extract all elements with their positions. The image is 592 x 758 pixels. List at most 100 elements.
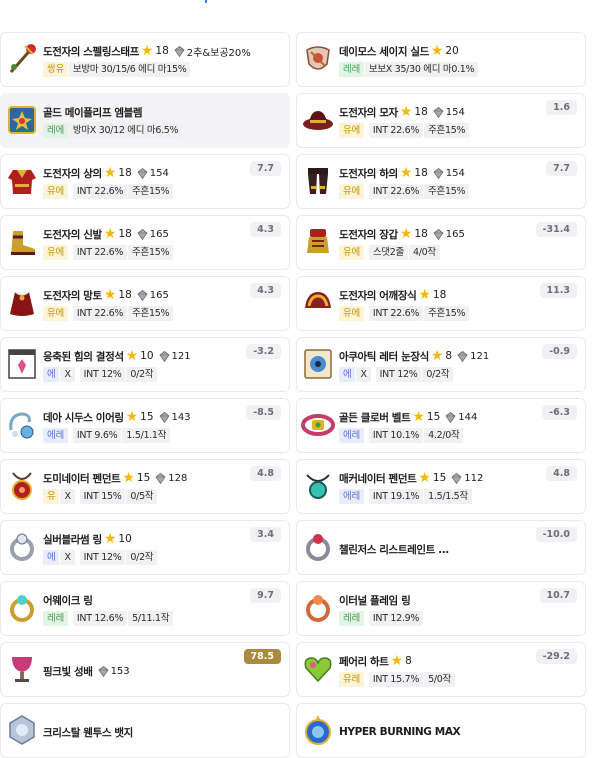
item-name: 아쿠아틱 레터 눈장식	[339, 350, 429, 363]
item-name: 도전자의 모자	[339, 106, 398, 119]
ring3-icon	[5, 590, 39, 626]
score-badge: 7.7	[250, 161, 281, 176]
item-title-row: 데이모스 세이지 실드 ★ 20	[339, 41, 577, 61]
equipment-card[interactable]: 핑크빛 성배 153 78.5	[0, 642, 290, 697]
starforce-count: 15	[432, 472, 447, 484]
item-name: 데이모스 세이지 실드	[339, 45, 429, 58]
star-icon: ★	[103, 226, 117, 242]
option-tag: INT 19.1%	[368, 489, 424, 504]
item-info: 도전자의 모자 ★ 18 154 유에 INT 22.6% 주흔15%	[339, 102, 577, 139]
flame-score: 128	[168, 472, 188, 484]
option-tag: INT 12.6%	[72, 611, 128, 626]
flame-score: 121	[171, 350, 191, 362]
equipment-card[interactable]: 챌린저스 리스트레인트 ... -10.0	[296, 520, 586, 575]
option-tag: 스댓2줄	[368, 245, 408, 260]
equipment-card[interactable]: 도전자의 스펠링스태프 ★ 18 2추&보공20% 쌍유 보방마 30/15/6 에디 마…	[0, 32, 290, 87]
item-info: 챌린저스 리스트레인트 ...	[339, 539, 577, 559]
flame-gem-icon	[457, 350, 468, 362]
equipment-card[interactable]: 도전자의 신발 ★ 18 165 유에 INT 22.6% 주흔15% 4.3	[0, 215, 290, 270]
starforce-count: 10	[140, 350, 154, 362]
item-tags: 에레 INT 19.1% 1.5/1.5작	[339, 489, 577, 505]
star-icon: ★	[140, 43, 154, 59]
equipment-card[interactable]: 실버블라썸 링 ★ 10 에 X INT 12% 0/2작 3.4	[0, 520, 290, 575]
option-tag: 쌍유	[43, 62, 68, 77]
item-title-row: 도전자의 망토 ★ 18 165	[43, 285, 281, 305]
option-tag: 보보X 35/30 에디 마0.1%	[364, 62, 479, 77]
equipment-card[interactable]: 도전자의 장갑 ★ 18 165 유에 스댓2줄 4/0작 -31.4	[296, 215, 586, 270]
item-name: 골드 메이플리프 엠블렘	[43, 106, 143, 119]
option-tag: 주흔15%	[424, 123, 470, 138]
option-tag: 유레	[339, 672, 364, 687]
equipment-card[interactable]: 도전자의 하의 ★ 18 154 유에 INT 22.6% 주흔15% 7.7	[296, 154, 586, 209]
option-tag: 4.2/0작	[424, 428, 464, 443]
star-icon: ★	[418, 287, 431, 303]
score-badge: 1.6	[546, 100, 577, 115]
ring2-icon	[301, 529, 335, 565]
flame-gem-icon	[158, 411, 170, 423]
star-icon: ★	[390, 653, 404, 669]
equipment-card[interactable]: 도전자의 망토 ★ 18 165 유에 INT 22.6% 주흔15% 4.3	[0, 276, 290, 331]
equipment-card[interactable]: 골든 클로버 벨트 ★ 15 144 에레 INT 10.1% 4.2/0작 -6.3	[296, 398, 586, 453]
equipment-card[interactable]: 데이모스 세이지 실드 ★ 20 레레 보보X 35/30 에디 마0.1%	[296, 32, 586, 87]
star-icon: ★	[412, 409, 425, 425]
starforce-count: 18	[432, 289, 447, 301]
flame-gem-icon	[158, 350, 170, 362]
starforce-count: 20	[445, 45, 459, 57]
item-name: 챌린저스 리스트레인트 ...	[339, 543, 449, 556]
item-info: 데이모스 세이지 실드 ★ 20 레레 보보X 35/30 에디 마0.1%	[339, 41, 577, 78]
star-icon: ★	[103, 531, 117, 547]
item-info: 도전자의 망토 ★ 18 165 유에 INT 22.6% 주흔15%	[43, 285, 281, 322]
item-name: 페어리 하트	[339, 655, 389, 668]
flame-score: 143	[171, 411, 191, 423]
item-name: 골든 클로버 벨트	[339, 411, 411, 424]
star-icon: ★	[122, 470, 135, 486]
option-tag: INT 15%	[79, 489, 126, 504]
score-badge: -3.2	[246, 344, 281, 359]
star-icon: ★	[125, 409, 139, 425]
score-badge: -6.3	[542, 405, 577, 420]
item-title-row: 도전자의 상의 ★ 18 154	[43, 163, 281, 183]
equipment-card[interactable]: 골드 메이플리프 엠블렘레에 방마X 30/12 에디 마6.5%	[0, 93, 290, 148]
score-badge: 7.7	[546, 161, 577, 176]
equipment-card[interactable]: 도미네이터 펜던트 ★ 15 128 유 X INT 15% 0/5작 4.8	[0, 459, 290, 514]
starforce-count: 18	[155, 45, 169, 57]
equipment-card[interactable]: 아쿠아틱 레터 눈장식 ★ 8 121 에 X INT 12% 0/2작 -0.9	[296, 337, 586, 392]
starforce-count: 10	[118, 533, 132, 545]
equipment-card[interactable]: 매커네이터 펜던트 ★ 15 112 에레 INT 19.1% 1.5/1.5작 4.8	[296, 459, 586, 514]
item-title-row: 실버블라썸 링 ★ 10	[43, 529, 281, 549]
equipment-card[interactable]: 이터널 플레임 링 레레 INT 12.9% 10.7	[296, 581, 586, 636]
option-tag: 레에	[43, 123, 68, 138]
option-tag: INT 22.6%	[368, 306, 424, 321]
star-icon: ★	[430, 348, 444, 364]
equipment-card[interactable]: 어웨이크 링 레레 INT 12.6% 5/11.1작 9.7	[0, 581, 290, 636]
item-title-row: 어웨이크 링	[43, 590, 281, 610]
equipment-card[interactable]: 응축된 힘의 결정석 ★ 10 121 에 X INT 12% 0/2작 -3.2	[0, 337, 290, 392]
equipment-card[interactable]: 도전자의 모자 ★ 18 154 유에 INT 22.6% 주흔15% 1.6	[296, 93, 586, 148]
option-tag: INT 22.6%	[368, 184, 424, 199]
hat-icon	[301, 102, 335, 138]
equipment-card[interactable]: 크리스탈 웬투스 뱃지	[0, 703, 290, 758]
item-info: 도전자의 하의 ★ 18 154 유에 INT 22.6% 주흔15%	[339, 163, 577, 200]
item-name: 도전자의 어깨장식	[339, 289, 417, 302]
item-tags: 레레 INT 12.9%	[339, 611, 577, 627]
item-name: 데아 시두스 이어링	[43, 411, 124, 424]
equipment-card[interactable]: 도전자의 어깨장식 ★ 18 유에 INT 22.6% 주흔15% 11.3	[296, 276, 586, 331]
option-tag: 방마X 30/12 에디 마6.5%	[68, 123, 183, 138]
item-tags: 에레 INT 9.6% 1.5/1.1작	[43, 428, 281, 444]
option-tag: 에레	[339, 428, 364, 443]
equipment-card[interactable]: 도전자의 상의 ★ 18 154 유에 INT 22.6% 주흔15% 7.7	[0, 154, 290, 209]
option-tag: INT 15.7%	[368, 672, 424, 687]
flame-score: 144	[458, 411, 478, 423]
item-title-row: HYPER BURNING MAX	[339, 722, 577, 742]
option-tag: 에	[339, 367, 356, 382]
item-info: 핑크빛 성배 153	[43, 661, 281, 681]
option-tag: INT 12%	[79, 367, 126, 382]
equipment-card[interactable]: 페어리 하트 ★ 8 유레 INT 15.7% 5/0작 -29.2	[296, 642, 586, 697]
item-name: 이터널 플레임 링	[339, 594, 411, 607]
equipment-card[interactable]: HYPER BURNING MAX	[296, 703, 586, 758]
item-title-row: 도전자의 모자 ★ 18 154	[339, 102, 577, 122]
item-info: HYPER BURNING MAX	[339, 722, 577, 742]
option-tag: INT 10.1%	[368, 428, 424, 443]
option-tag: 에레	[43, 428, 68, 443]
equipment-card[interactable]: 데아 시두스 이어링 ★ 15 143 에레 INT 9.6% 1.5/1.1작 -8.5	[0, 398, 290, 453]
